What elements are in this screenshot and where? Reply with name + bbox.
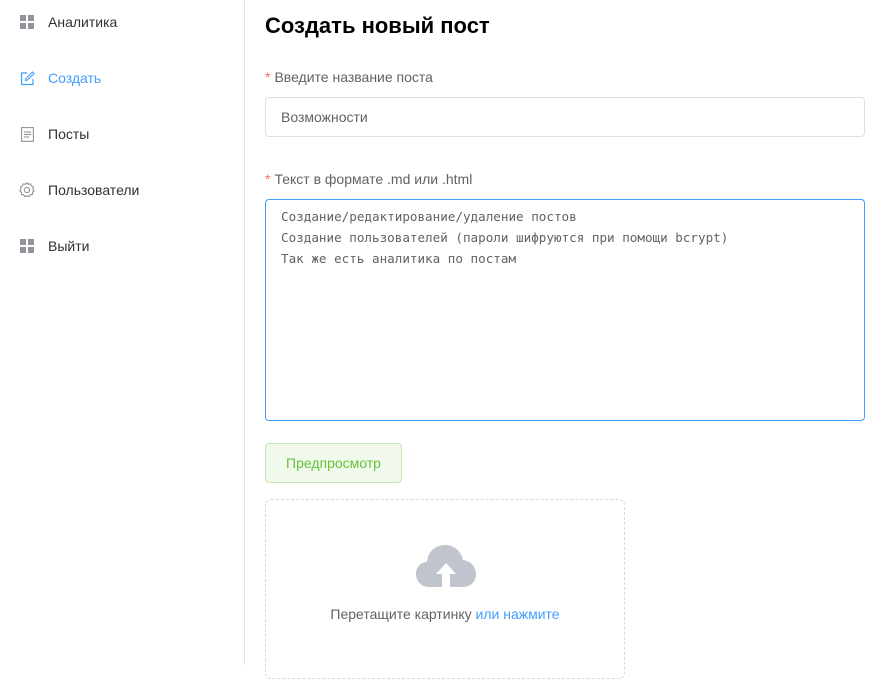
sidebar-item-logout[interactable]: Выйти [0,218,244,274]
sidebar-item-label: Пользователи [48,182,140,198]
post-name-input[interactable] [265,97,865,137]
preview-button[interactable]: Предпросмотр [265,443,402,483]
edit-icon [19,70,35,86]
create-post-form: Создать новый пост * Введите название пос… [265,0,865,679]
sidebar-item-label: Аналитика [48,14,118,30]
sidebar-item-posts[interactable]: Посты [0,106,244,162]
post-name-label-text: Введите название поста [274,69,433,85]
sidebar-item-label: Посты [48,126,90,142]
gear-icon [19,182,35,198]
upload-click-link[interactable]: или нажмите [476,606,560,622]
post-name-label: * Введите название поста [265,69,433,85]
sidebar-item-users[interactable]: Пользователи [0,162,244,218]
post-text-label: * Текст в формате .md или .html [265,171,472,187]
sidebar-item-create[interactable]: Создать [0,50,244,106]
image-upload-dropzone[interactable]: Перетащите картинку или нажмите [265,499,625,679]
required-mark: * [265,69,271,85]
page-title: Создать новый пост [265,13,490,38]
sidebar-item-analytics[interactable]: Аналитика [0,0,244,50]
grid-icon [19,238,35,254]
sidebar-item-label: Выйти [48,238,90,254]
post-text-label-text: Текст в формате .md или .html [274,171,473,187]
upload-hint: Перетащите картинку или нажмите [266,606,624,622]
sidebar: Аналитика Создать Посты Пользователи Вый… [0,0,245,665]
grid-icon [19,14,35,30]
required-mark: * [265,171,271,187]
cloud-upload-icon [416,545,476,587]
sidebar-item-label: Создать [48,70,102,86]
upload-hint-text: Перетащите картинку [330,606,472,622]
document-icon [19,126,35,142]
post-text-textarea[interactable]: Создание/редактирование/удаление постов … [265,199,865,421]
